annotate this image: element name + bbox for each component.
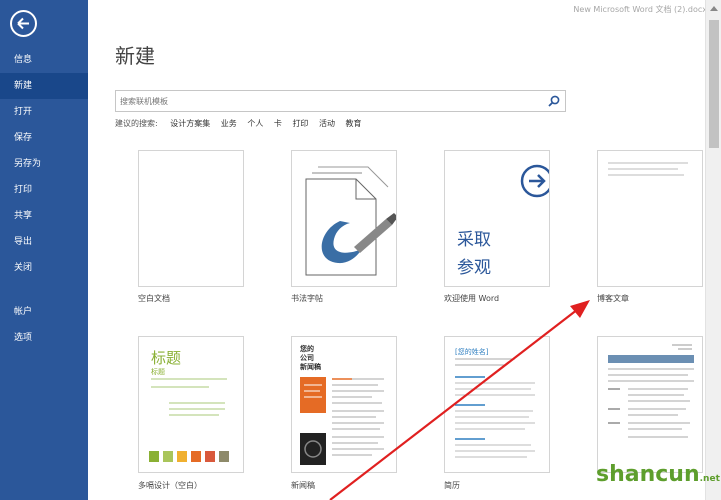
resume-graphic	[455, 358, 535, 458]
sidebar-nav: 信息 新建 打开 保存 另存为 打印 共享 导出 关闭 帐户 选项	[0, 47, 88, 351]
template-calligraphy[interactable]	[291, 150, 397, 287]
sidebar-item-print[interactable]: 打印	[0, 177, 88, 203]
sidebar-item-save[interactable]: 保存	[0, 125, 88, 151]
template-welcome-word[interactable]: 采取 参观	[444, 150, 550, 287]
sidebar-item-new[interactable]: 新建	[0, 73, 88, 99]
scroll-up-icon[interactable]	[710, 6, 718, 11]
template-search-box	[115, 90, 566, 112]
newsletter-graphic	[300, 377, 384, 465]
suggested-searches: 建议的搜索: 设计方案集 业务 个人 卡 打印 活动 教育	[115, 118, 370, 129]
template-blog-post[interactable]	[597, 150, 703, 287]
sidebar-item-options[interactable]: 选项	[0, 325, 88, 351]
template-blank-document[interactable]	[138, 150, 244, 287]
sidebar-item-info[interactable]: 信息	[0, 47, 88, 73]
window-title: New Microsoft Word 文档 (2).docx	[573, 5, 707, 14]
backstage-sidebar: 信息 新建 打开 保存 另存为 打印 共享 导出 关闭 帐户 选项	[0, 0, 88, 500]
suggested-term-events[interactable]: 活动	[319, 119, 335, 128]
sidebar-item-close[interactable]: 关闭	[0, 255, 88, 281]
welcome-text-2: 参观	[457, 258, 491, 278]
template-report[interactable]	[597, 336, 703, 473]
watermark-suffix: .net	[699, 474, 720, 484]
back-button[interactable]	[10, 10, 37, 37]
template-label: 多嗝设计（空白）	[138, 481, 202, 490]
multi-design-graphic	[149, 378, 229, 462]
template-label: 空白文档	[138, 294, 170, 303]
template-resume[interactable]: [您的姓名]	[444, 336, 550, 473]
search-icon[interactable]	[547, 94, 561, 108]
template-search-input[interactable]	[120, 93, 540, 109]
watermark: shancun.net	[596, 462, 720, 487]
watermark-text: shancun	[596, 462, 700, 487]
suggested-term-print[interactable]: 打印	[292, 119, 308, 128]
sidebar-item-account[interactable]: 帐户	[0, 299, 88, 325]
template-multi-design[interactable]: 标题 标题	[138, 336, 244, 473]
suggested-searches-label: 建议的搜索:	[115, 119, 158, 128]
template-label: 书法字帖	[291, 294, 323, 303]
suggested-term-design-sets[interactable]: 设计方案集	[170, 119, 210, 128]
vertical-scrollbar[interactable]	[705, 0, 721, 500]
sidebar-item-open[interactable]: 打开	[0, 99, 88, 125]
report-graphic	[608, 344, 694, 438]
suggested-term-cards[interactable]: 卡	[274, 119, 282, 128]
page-title: 新建	[115, 44, 155, 68]
suggested-term-personal[interactable]: 个人	[247, 119, 263, 128]
suggested-term-education[interactable]: 教育	[346, 119, 362, 128]
template-newsletter[interactable]: 您的 公司 新闻稿	[291, 336, 397, 473]
template-label: 博客文章	[597, 294, 629, 303]
sidebar-item-share[interactable]: 共享	[0, 203, 88, 229]
sidebar-item-save-as[interactable]: 另存为	[0, 151, 88, 177]
scroll-thumb[interactable]	[709, 20, 719, 148]
template-label: 简历	[444, 481, 460, 490]
back-arrow-icon	[17, 17, 29, 30]
suggested-term-business[interactable]: 业务	[221, 119, 237, 128]
blog-lines-graphic	[608, 162, 688, 176]
sidebar-item-export[interactable]: 导出	[0, 229, 88, 255]
sidebar-divider	[0, 281, 88, 299]
welcome-text-1: 采取	[457, 230, 491, 250]
template-label: 新闻稿	[291, 481, 315, 490]
calligraphy-icon	[305, 166, 396, 276]
arrow-right-circle-icon	[520, 164, 549, 198]
template-label: 欢迎使用 Word	[444, 294, 500, 303]
